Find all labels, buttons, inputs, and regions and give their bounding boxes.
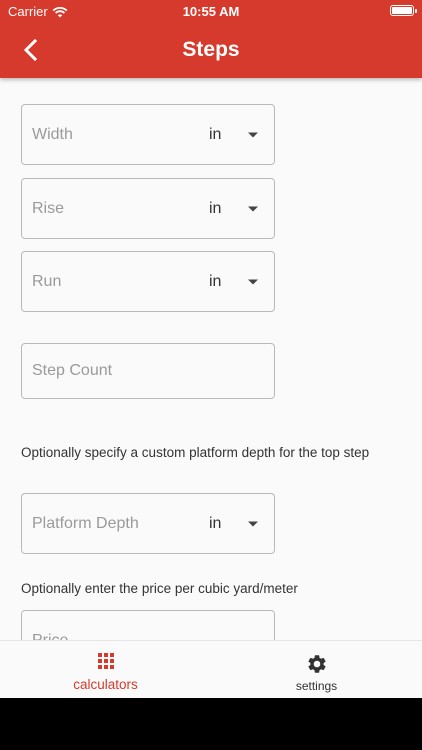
bottom-navigation: calculators settings (0, 640, 422, 698)
dropdown-arrow-icon[interactable] (248, 206, 258, 211)
platform-depth-unit-select[interactable]: in (209, 515, 221, 533)
page-title: Steps (182, 38, 240, 61)
form-content[interactable]: Width in Rise in Run in Step Count Optio… (0, 78, 422, 640)
gear-icon (307, 655, 326, 673)
rise-placeholder: Rise (32, 199, 65, 217)
battery-icon (390, 5, 417, 16)
run-field[interactable]: Run in (21, 251, 275, 312)
tab-calculators-label: calculators (73, 677, 138, 692)
tab-settings[interactable]: settings (211, 641, 422, 698)
dropdown-arrow-icon[interactable] (248, 521, 258, 526)
screen: Carrier 10:55 AM Steps Width in Rise in … (0, 0, 422, 698)
platform-depth-placeholder: Platform Depth (32, 514, 139, 532)
rise-unit-select[interactable]: in (209, 200, 221, 218)
app-bar: Carrier 10:55 AM Steps (0, 0, 422, 78)
grid-icon (97, 653, 114, 669)
rise-field[interactable]: Rise in (21, 178, 275, 239)
platform-depth-hint: Optionally specify a custom platform dep… (21, 445, 370, 460)
dropdown-arrow-icon[interactable] (248, 132, 258, 137)
price-hint: Optionally enter the price per cubic yar… (21, 581, 298, 596)
clock: 10:55 AM (182, 4, 240, 19)
step-count-field[interactable]: Step Count (21, 343, 275, 399)
dropdown-arrow-icon[interactable] (248, 279, 258, 284)
bottom-bezel (0, 698, 422, 750)
tab-calculators[interactable]: calculators (0, 641, 211, 698)
width-field[interactable]: Width in (21, 104, 275, 165)
tab-settings-label: settings (295, 679, 338, 693)
width-unit-select[interactable]: in (209, 126, 221, 144)
price-field[interactable]: Price (21, 610, 275, 640)
status-bar: Carrier 10:55 AM (0, 0, 422, 22)
run-unit-select[interactable]: in (209, 273, 221, 291)
width-placeholder: Width (32, 125, 73, 143)
platform-depth-field[interactable]: Platform Depth in (21, 493, 275, 554)
price-placeholder: Price (32, 631, 69, 641)
step-count-placeholder: Step Count (32, 362, 113, 379)
run-placeholder: Run (32, 272, 62, 290)
